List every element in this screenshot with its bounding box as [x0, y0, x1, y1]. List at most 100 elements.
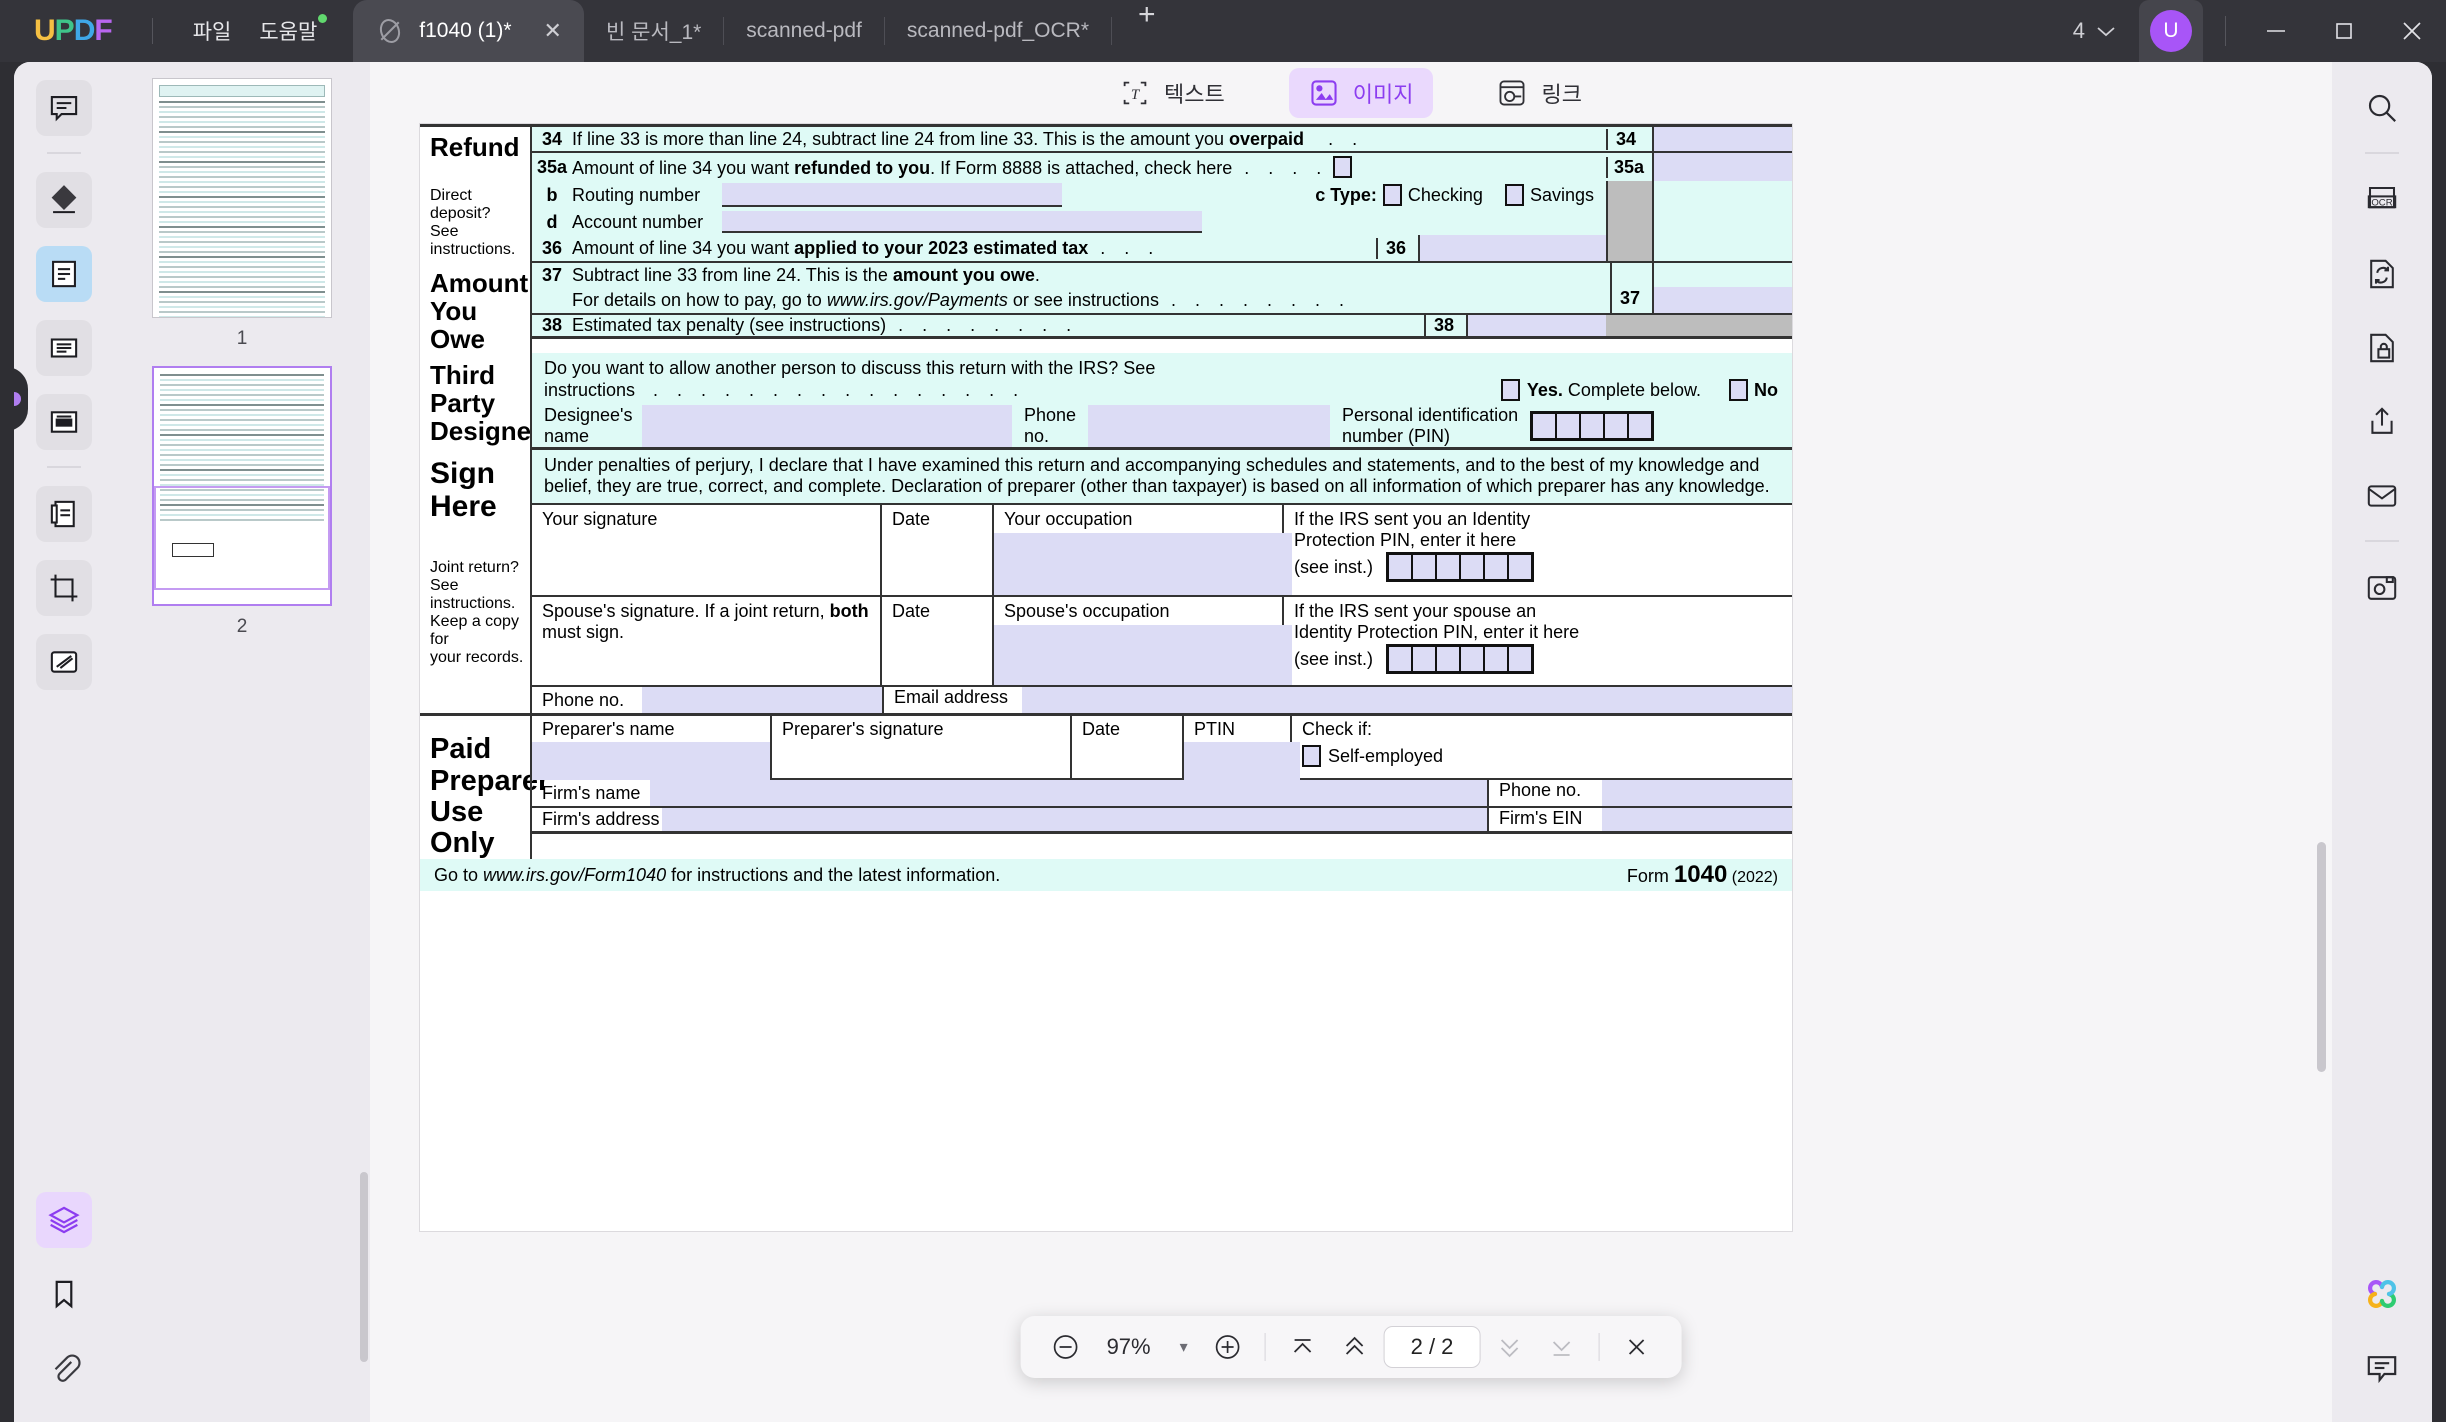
tool-comments[interactable] [2354, 1340, 2410, 1396]
tab-scanned-pdf[interactable]: scanned-pdf [724, 0, 884, 62]
preparer-name-cell[interactable]: Preparer's name [532, 716, 772, 781]
tool-convert[interactable] [2354, 246, 2410, 302]
spouse-occupation-field[interactable] [994, 625, 1292, 686]
shade-cell [1606, 315, 1652, 336]
your-occupation-cell[interactable]: Your occupation [994, 505, 1292, 596]
spouse-occupation-cell[interactable]: Spouse's occupation [994, 597, 1292, 686]
firm-phone-field[interactable] [1602, 780, 1792, 807]
sidebar-item-edit-pdf[interactable] [36, 246, 92, 302]
sidebar-collapse-handle[interactable] [14, 367, 28, 431]
email-field[interactable] [1022, 687, 1792, 714]
routing-number-field[interactable] [722, 183, 1062, 207]
sidebar-item-protect[interactable] [36, 634, 92, 690]
minimize-button[interactable] [2242, 0, 2310, 62]
tool-protect[interactable] [2354, 320, 2410, 376]
self-employed-checkbox[interactable] [1302, 745, 1321, 768]
preparer-date-cell[interactable]: Date [1072, 716, 1184, 779]
sidebar-item-organize-pages[interactable] [36, 320, 92, 376]
menu-file[interactable]: 파일 [179, 10, 246, 52]
tab-image[interactable]: 이미지 [1288, 68, 1434, 118]
thumbnail-item-2[interactable]: 2 [114, 350, 370, 638]
sidebar-item-convert[interactable] [36, 486, 92, 542]
shade-cell [1606, 235, 1652, 261]
third-party-no-checkbox[interactable] [1729, 379, 1748, 402]
thumbnail-scrollbar[interactable] [360, 1172, 368, 1362]
your-signature-cell[interactable]: Your signature [532, 505, 882, 596]
designee-pin-field[interactable] [1530, 405, 1654, 447]
maximize-button[interactable] [2310, 0, 2378, 62]
ai-flower-icon [2362, 1274, 2402, 1314]
tool-email[interactable] [2354, 468, 2410, 524]
new-tab-button[interactable]: + [1112, 0, 1182, 62]
tab-scanned-pdf-ocr[interactable]: scanned-pdf_OCR* [885, 0, 1111, 62]
last-page-button[interactable] [1538, 1324, 1584, 1370]
tool-ai-assistant[interactable] [2354, 1266, 2410, 1322]
thumbnail-page-1[interactable] [152, 78, 332, 318]
designee-phone-field[interactable] [1088, 405, 1330, 448]
zoom-dropdown-button[interactable]: ▾ [1169, 1324, 1199, 1370]
line-38-field[interactable] [1466, 315, 1606, 336]
tool-search[interactable] [2354, 80, 2410, 136]
sidebar-item-crop[interactable] [36, 560, 92, 616]
firm-address-field[interactable] [662, 808, 1487, 832]
account-button[interactable]: U [2139, 0, 2203, 62]
close-toolbar-button[interactable] [1613, 1324, 1659, 1370]
spouse-identity-pin-field[interactable] [1386, 644, 1534, 675]
sidebar-item-annotate[interactable] [36, 172, 92, 228]
preparer-ptin-cell[interactable]: PTIN [1184, 716, 1300, 781]
menu-help[interactable]: 도움말 [245, 10, 331, 52]
prev-page-button[interactable] [1332, 1324, 1378, 1370]
savings-checkbox[interactable] [1504, 184, 1524, 206]
close-button[interactable] [2378, 0, 2446, 62]
spouse-date-cell[interactable]: Date [882, 597, 994, 686]
sidebar-item-reader-view[interactable] [36, 80, 92, 136]
firm-ein-field[interactable] [1602, 808, 1792, 832]
sidebar-item-attachments[interactable] [36, 1340, 92, 1396]
tab-count-dropdown[interactable]: 4 [2051, 18, 2139, 44]
line-d-label: Account number [572, 211, 704, 232]
your-occupation-field[interactable] [994, 533, 1292, 596]
form-icon [47, 405, 81, 439]
ptin-field[interactable] [1184, 742, 1300, 781]
tab-close-icon[interactable]: ✕ [544, 20, 562, 42]
account-number-field[interactable] [722, 211, 1202, 233]
identity-pin-field[interactable] [1386, 552, 1534, 583]
third-party-yes-checkbox[interactable] [1500, 379, 1520, 402]
thumbnail-item-1[interactable]: 1 [114, 62, 370, 350]
zoom-out-button[interactable] [1043, 1324, 1089, 1370]
checking-checkbox[interactable] [1382, 184, 1402, 206]
spouse-signature-cell[interactable]: Spouse's signature. If a joint return, b… [532, 597, 882, 686]
share-icon [2364, 404, 2400, 440]
refund-note-1: Direct deposit? [430, 187, 491, 223]
designee-name-field[interactable] [642, 405, 1012, 448]
line-36-field[interactable] [1418, 235, 1606, 261]
preparer-name-field[interactable] [532, 742, 770, 781]
tool-ocr[interactable]: OCR [2354, 172, 2410, 228]
thumbnail-page-2[interactable] [152, 366, 332, 606]
signature-date-cell[interactable]: Date [882, 505, 994, 596]
firm-name-field[interactable] [650, 780, 1487, 807]
sidebar-item-form[interactable] [36, 394, 92, 450]
tab-blank-doc[interactable]: 빈 문서_1* [584, 0, 723, 62]
zoom-in-button[interactable] [1205, 1324, 1251, 1370]
phone-no-field[interactable] [642, 687, 882, 714]
preparer-signature-cell[interactable]: Preparer's signature [772, 716, 1072, 779]
line-34-field[interactable] [1652, 127, 1792, 151]
tool-share[interactable] [2354, 394, 2410, 450]
pdf-page[interactable]: Refund Direct deposit? See instructions.… [420, 124, 1792, 1232]
next-page-button[interactable] [1486, 1324, 1532, 1370]
tool-snapshot[interactable] [2354, 560, 2410, 616]
viewer-scrollbar[interactable] [2317, 842, 2326, 1072]
tab-text[interactable]: T 텍스트 [1100, 68, 1245, 118]
line-37-field[interactable] [1654, 287, 1792, 313]
first-page-button[interactable] [1280, 1324, 1326, 1370]
line-35a-field[interactable] [1652, 153, 1792, 181]
tab-f1040[interactable]: f1040 (1)* ✕ [353, 0, 584, 62]
sidebar-item-bookmarks[interactable] [36, 1266, 92, 1322]
tab-link[interactable]: 링크 [1477, 68, 1601, 118]
bookmark-icon [47, 1277, 81, 1311]
page-indicator[interactable]: 2 / 2 [1383, 1326, 1481, 1368]
line-35a-checkbox[interactable] [1333, 155, 1353, 178]
sidebar-item-layers[interactable] [36, 1192, 92, 1248]
right-toolbar: OCR [2332, 62, 2432, 1422]
